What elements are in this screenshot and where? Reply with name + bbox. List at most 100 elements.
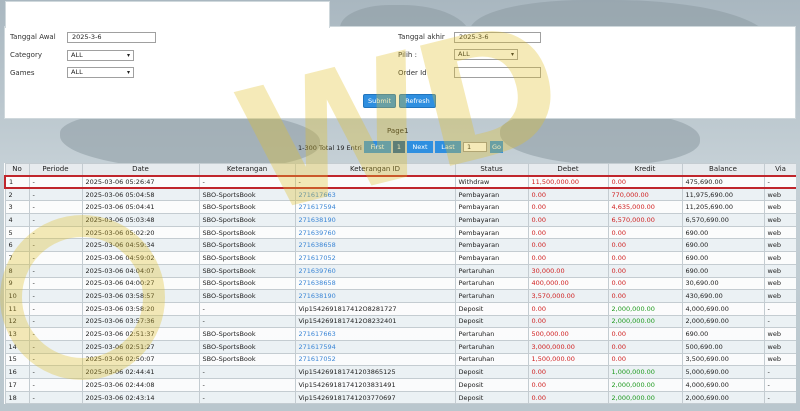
table-cell[interactable]: 271638190 xyxy=(294,289,456,303)
order-id-input[interactable] xyxy=(454,67,541,78)
column-header[interactable]: No xyxy=(4,163,30,176)
table-cell: 0.00 xyxy=(527,238,609,253)
table-cell: 2025-03-06 05:04:58 xyxy=(81,187,200,202)
table-cell: 0.00 xyxy=(607,327,683,341)
table-cell: Pembayaran xyxy=(454,238,529,253)
table-cell: 2,000,000.00 xyxy=(607,301,683,316)
table-cell: 12 xyxy=(4,314,30,329)
table-cell: 8 xyxy=(4,263,30,278)
current-page-button[interactable]: 1 xyxy=(393,141,405,153)
table-cell[interactable]: 271638190 xyxy=(294,213,456,227)
table-row[interactable]: 10-2025-03-06 03:58:57 SBO-SportsBook 2716… xyxy=(4,289,796,303)
column-header[interactable]: Debet xyxy=(527,163,609,176)
table-row[interactable]: 2-2025-03-06 05:04:58 SBO-SportsBook 27161… xyxy=(4,187,796,202)
table-cell: web xyxy=(763,213,796,227)
chevron-down-icon: ▾ xyxy=(126,69,130,76)
table-cell: - xyxy=(198,390,296,405)
games-select-value: ALL xyxy=(71,68,83,76)
table-row[interactable]: 17-2025-03-06 02:44:08- Vip15426918174120… xyxy=(4,378,796,392)
table-row[interactable]: 16-2025-03-06 02:44:41- Vip15426918174120… xyxy=(4,365,796,379)
table-cell[interactable]: 271617052 xyxy=(294,352,456,367)
table-cell: 0.00 xyxy=(607,238,683,253)
column-header[interactable]: Date xyxy=(81,163,200,176)
table-cell: 11,205,690.00 xyxy=(681,200,765,215)
table-row[interactable]: 6-2025-03-06 04:59:34 SBO-SportsBook 27163… xyxy=(4,238,796,253)
table-cell: 14 xyxy=(4,339,30,354)
table-cell: web xyxy=(763,238,796,253)
table-cell[interactable]: 271617594 xyxy=(294,200,456,215)
table-cell: 0.00 xyxy=(607,251,683,265)
table-cell[interactable]: 271638658 xyxy=(294,276,456,291)
table-cell: web xyxy=(763,263,796,278)
table-cell: 0.00 xyxy=(527,225,609,240)
table-cell: 2 xyxy=(4,187,30,202)
table-cell: Pertaruhan xyxy=(454,289,529,303)
table-row[interactable]: 3-2025-03-06 05:04:41 SBO-SportsBook 27161… xyxy=(4,200,796,215)
first-page-button[interactable]: First xyxy=(364,141,391,153)
table-cell[interactable]: 271617052 xyxy=(294,251,456,265)
table-cell[interactable]: 271639760 xyxy=(294,263,456,278)
table-cell: 2025-03-06 02:50:07 xyxy=(81,352,200,367)
column-header[interactable]: Keterangan ID xyxy=(294,163,456,176)
table-row[interactable]: 11-2025-03-06 03:58:20- Vip1542691817412O… xyxy=(4,301,796,316)
table-row[interactable]: 13-2025-03-06 02:51:37 SBO-SportsBook 2716… xyxy=(4,327,796,341)
table-row[interactable]: 15-2025-03-06 02:50:07 SBO-SportsBook 2716… xyxy=(4,352,796,367)
table-row[interactable]: 7-2025-03-06 04:59:02 SBO-SportsBook 27161… xyxy=(4,251,796,265)
table-cell: - xyxy=(763,378,796,392)
column-header[interactable]: Periode xyxy=(28,163,83,176)
table-row[interactable]: 12-2025-03-06 03:57:36- Vip1542691817412O… xyxy=(4,314,796,329)
last-page-button[interactable]: Last xyxy=(435,141,461,153)
table-row[interactable]: 5-2025-03-06 05:02:20 SBO-SportsBook 27163… xyxy=(4,225,796,240)
table-cell: Pertaruhan xyxy=(454,339,529,354)
pilih-select[interactable]: ALL ▾ xyxy=(454,49,518,60)
table-cell: Pertaruhan xyxy=(454,276,529,291)
table-cell: 30,000.00 xyxy=(527,263,609,278)
table-row[interactable]: 1-2025-03-06 05:26:47- - Withdraw 11,500,00… xyxy=(4,174,796,190)
table-row[interactable]: 18-2025-03-06 02:43:14- Vip15426918174120… xyxy=(4,390,796,405)
table-cell: Pembayaran xyxy=(454,225,529,240)
table-cell: Pembayaran xyxy=(454,187,529,202)
table-cell[interactable]: 271639760 xyxy=(294,225,456,240)
column-header[interactable]: Status xyxy=(454,163,529,176)
go-button[interactable]: Go xyxy=(490,141,503,153)
table-row[interactable]: 4-2025-03-06 05:03:48 SBO-SportsBook 27163… xyxy=(4,213,796,227)
filter-panel-header xyxy=(5,1,330,28)
table-row[interactable]: 8-2025-03-06 04:04:07 SBO-SportsBook 27163… xyxy=(4,263,796,278)
table-cell: - xyxy=(28,263,83,278)
submit-button[interactable]: Submit xyxy=(363,94,396,108)
table-cell: 690.00 xyxy=(681,225,765,240)
table-cell: 500,690.00 xyxy=(681,339,765,354)
table-cell: 15 xyxy=(4,352,30,367)
table-row[interactable]: 9-2025-03-06 04:00:27 SBO-SportsBook 27163… xyxy=(4,276,796,291)
table-cell: 500,000.00 xyxy=(527,327,609,341)
tanggal-awal-input[interactable]: 2025-3-6 xyxy=(67,32,156,43)
table-cell: 0.00 xyxy=(527,200,609,215)
table-cell[interactable]: 271617594 xyxy=(294,339,456,354)
tanggal-akhir-input[interactable]: 2025-3-6 xyxy=(454,32,541,43)
table-cell[interactable]: 271638658 xyxy=(294,238,456,253)
table-cell: 2025-03-06 05:03:48 xyxy=(81,213,200,227)
table-cell: 4,000,690.00 xyxy=(681,378,765,392)
table-cell: - xyxy=(28,238,83,253)
table-cell: SBO-SportsBook xyxy=(198,339,296,354)
column-header[interactable]: Via xyxy=(763,163,796,176)
table-cell: 690.00 xyxy=(681,251,765,265)
games-select[interactable]: ALL ▾ xyxy=(67,67,134,78)
table-cell: 690.00 xyxy=(681,238,765,253)
table-cell: 7 xyxy=(4,251,30,265)
table-cell: 2,000,690.00 xyxy=(681,390,765,405)
table-cell: - xyxy=(763,365,796,379)
column-header[interactable]: Keterangan xyxy=(198,163,296,176)
refresh-button[interactable]: Refresh xyxy=(399,94,436,108)
table-row[interactable]: 14-2025-03-06 02:51:27 SBO-SportsBook 2716… xyxy=(4,339,796,354)
goto-page-input[interactable]: 1 xyxy=(463,142,487,152)
table-cell[interactable]: 271617663 xyxy=(294,187,456,202)
table-cell: 9 xyxy=(4,276,30,291)
table-cell: web xyxy=(763,327,796,341)
table-cell: Vip154269181741203831491 xyxy=(294,378,456,392)
next-page-button[interactable]: Next xyxy=(407,141,433,153)
table-cell[interactable]: 271617663 xyxy=(294,327,456,341)
column-header[interactable]: Balance xyxy=(681,163,765,176)
category-select[interactable]: ALL ▾ xyxy=(67,50,134,61)
column-header[interactable]: Kredit xyxy=(607,163,683,176)
